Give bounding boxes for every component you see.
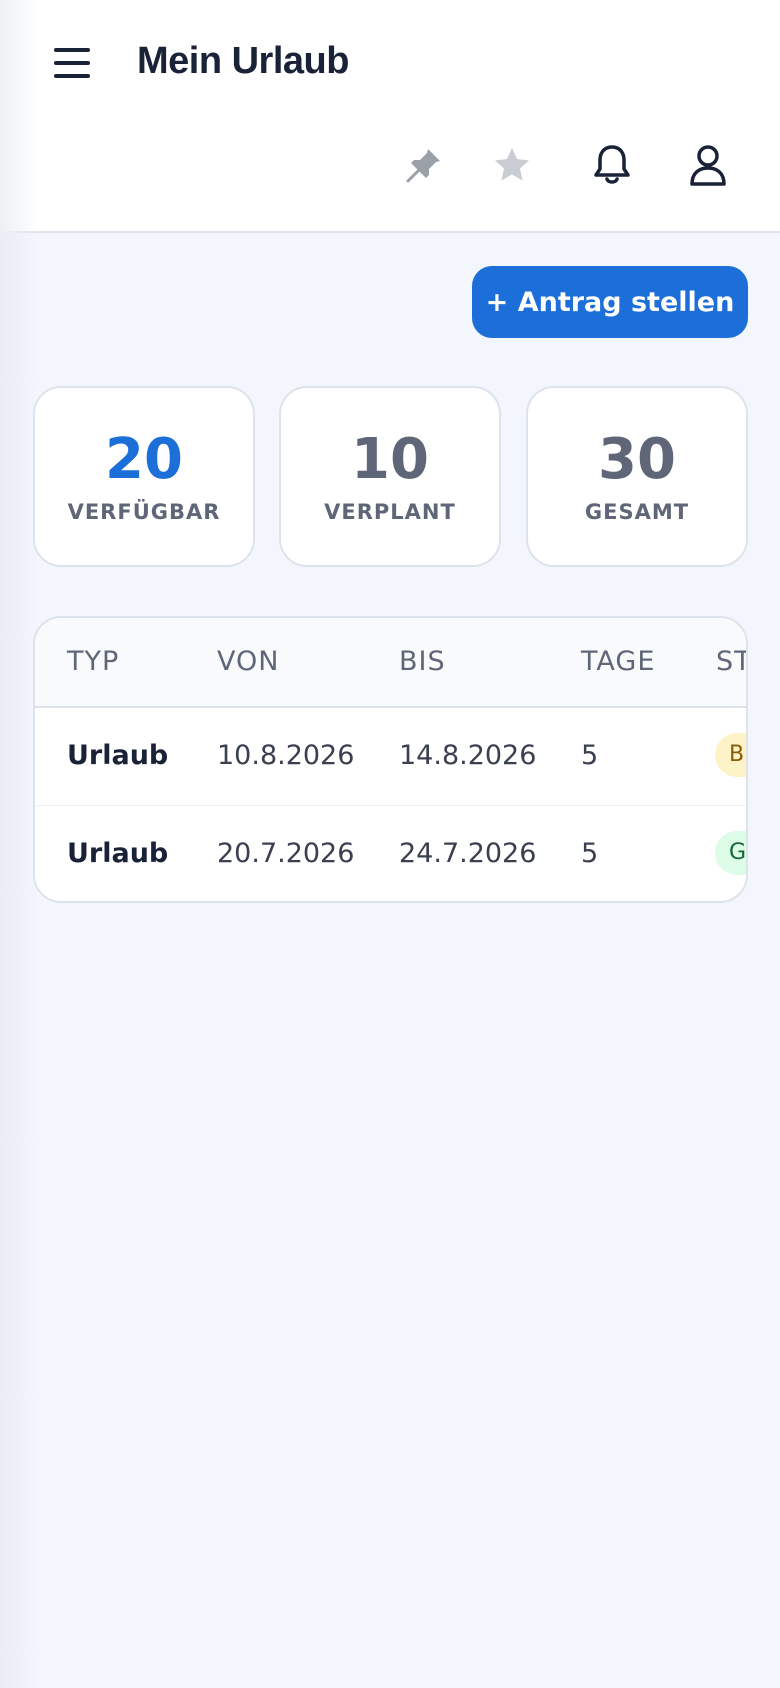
cell-days: 5 xyxy=(581,740,599,771)
bell-icon[interactable] xyxy=(587,140,637,190)
new-request-button[interactable]: + Antrag stellen xyxy=(472,266,748,338)
cell-from: 10.8.2026 xyxy=(217,740,355,771)
stat-label: GESAMT xyxy=(584,500,690,524)
stat-card-total: 30 GESAMT xyxy=(526,386,748,567)
stat-value: 30 xyxy=(598,427,676,492)
page-title: Mein Urlaub xyxy=(137,40,349,82)
stat-card-planned: 10 VERPLANT xyxy=(279,386,501,567)
cell-from: 20.7.2026 xyxy=(217,838,355,869)
stat-value: 10 xyxy=(351,427,429,492)
top-bar: Mein Urlaub xyxy=(0,0,780,233)
stat-value: 20 xyxy=(105,427,183,492)
stat-card-available: 20 VERFÜGBAR xyxy=(33,386,255,567)
cell-type: Urlaub xyxy=(67,740,169,771)
sidebar-edge-top xyxy=(0,0,40,233)
column-header-to[interactable]: BIS xyxy=(399,646,446,677)
table-header: TYP VON BIS TAGE ST xyxy=(35,618,746,708)
table-row[interactable]: Urlaub 20.7.2026 24.7.2026 5 G xyxy=(35,805,746,901)
cell-type: Urlaub xyxy=(67,838,169,869)
user-icon[interactable] xyxy=(683,140,733,190)
status-badge: G xyxy=(715,831,746,875)
column-header-status[interactable]: ST xyxy=(716,646,746,677)
star-icon[interactable] xyxy=(487,140,537,190)
hamburger-menu-icon[interactable] xyxy=(52,46,92,80)
vacation-table: TYP VON BIS TAGE ST Urlaub 10.8.2026 14.… xyxy=(33,616,748,903)
stat-label: VERFÜGBAR xyxy=(67,500,221,524)
cell-days: 5 xyxy=(581,838,599,869)
cell-to: 24.7.2026 xyxy=(399,838,537,869)
table-row[interactable]: Urlaub 10.8.2026 14.8.2026 5 B xyxy=(35,708,746,805)
column-header-type[interactable]: TYP xyxy=(67,646,119,677)
column-header-days[interactable]: TAGE xyxy=(581,646,655,677)
cell-to: 14.8.2026 xyxy=(399,740,537,771)
column-header-from[interactable]: VON xyxy=(217,646,279,677)
status-badge: B xyxy=(715,733,746,777)
pin-icon[interactable] xyxy=(399,140,449,190)
stat-label: VERPLANT xyxy=(324,500,456,524)
